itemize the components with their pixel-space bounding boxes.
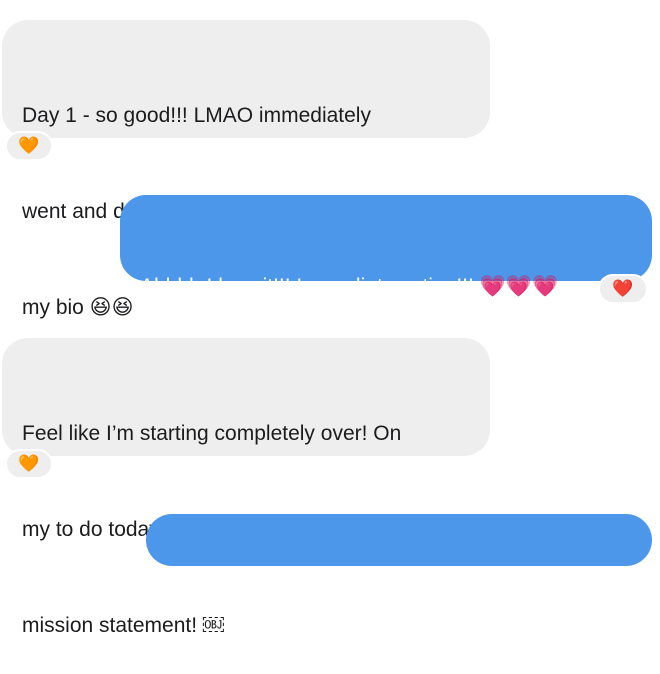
message-text-line: I love that for you!!!! I can’t wait to … [166,591,579,614]
orange-heart-icon: 🧡 [18,453,40,474]
message-reaction-badge[interactable]: 🧡 [5,449,53,479]
incoming-message-bubble[interactable]: Feel like I’m starting completely over! … [2,338,490,637]
message-reaction-badge[interactable]: ❤️ [598,274,648,304]
red-heart-icon: ❤️ [612,278,634,299]
orange-heart-icon: 🧡 [18,135,40,156]
incoming-message-bubble[interactable]: Day 1 - so good!!! LMAO immediately went… [2,20,490,319]
message-text-line: Feel like I’m starting completely over! … [22,422,402,445]
message-text-line: Ahhhh I love it!!! Immediate action!!! 💗… [140,275,559,298]
outgoing-message-bubble[interactable]: I love that for you!!!! I can’t wait to … [146,514,652,614]
message-reaction-badge[interactable]: 🧡 [5,131,53,161]
message-text-line: Day 1 - so good!!! LMAO immediately [22,104,371,127]
outgoing-message-bubble[interactable]: Ahhhh I love it!!! Immediate action!!! 💗… [120,195,652,394]
